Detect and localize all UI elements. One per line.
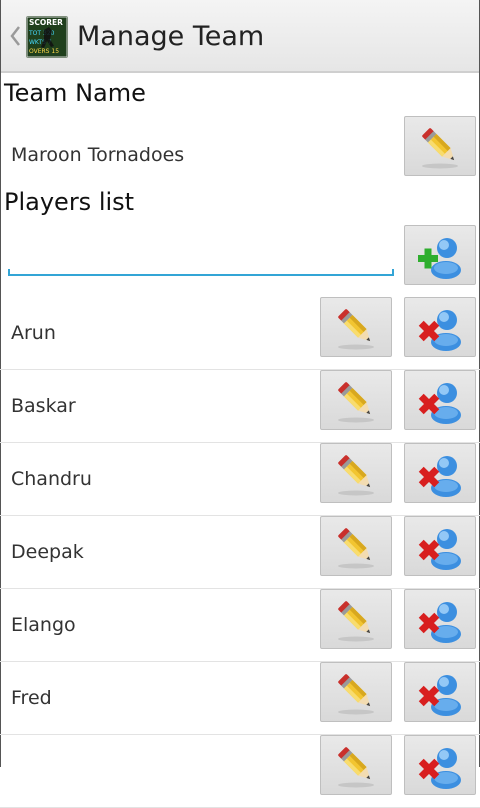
- pencil-icon: [337, 746, 375, 788]
- app-icon-line: SCORER: [29, 18, 63, 27]
- team-name-label: Team Name: [4, 79, 146, 107]
- remove-user-icon: [418, 383, 461, 424]
- delete-player-button[interactable]: [404, 662, 476, 722]
- team-name-value: Maroon Tornadoes: [11, 144, 185, 166]
- edit-player-button[interactable]: [320, 516, 392, 576]
- remove-user-icon: [418, 529, 461, 570]
- players-list-label: Players list: [4, 188, 135, 216]
- player-row[interactable]: Arun: [0, 297, 480, 370]
- edit-player-button[interactable]: [320, 370, 392, 430]
- delete-player-button[interactable]: [404, 443, 476, 503]
- input-underline: [8, 269, 394, 276]
- pencil-icon: [337, 527, 375, 569]
- pencil-icon: [421, 127, 459, 169]
- player-name: Baskar: [11, 395, 76, 417]
- player-row[interactable]: Baskar: [0, 370, 480, 443]
- new-player-input[interactable]: [8, 232, 394, 272]
- new-player-field[interactable]: [8, 232, 394, 278]
- remove-user-icon: [418, 675, 461, 716]
- app-logo-icon[interactable]: SCORER TOT 320 WKTS 7 OVERS 15: [26, 16, 68, 58]
- player-row[interactable]: Fred: [0, 662, 480, 735]
- add-player-button[interactable]: [404, 225, 476, 285]
- player-name: Arun: [11, 322, 56, 344]
- remove-user-icon: [418, 602, 461, 643]
- pencil-icon: [337, 308, 375, 350]
- remove-user-icon: [418, 748, 461, 789]
- player-row[interactable]: Elango: [0, 589, 480, 662]
- delete-player-button[interactable]: [404, 370, 476, 430]
- delete-player-button[interactable]: [404, 297, 476, 357]
- player-name: Chandru: [11, 468, 92, 490]
- edit-player-button[interactable]: [320, 443, 392, 503]
- edit-player-button[interactable]: [320, 297, 392, 357]
- player-row[interactable]: [0, 735, 480, 808]
- delete-player-button[interactable]: [404, 516, 476, 576]
- chevron-left-icon[interactable]: [8, 24, 22, 48]
- pencil-icon: [337, 600, 375, 642]
- delete-player-button[interactable]: [404, 589, 476, 649]
- edit-player-button[interactable]: [320, 589, 392, 649]
- remove-user-icon: [418, 456, 461, 497]
- pencil-icon: [337, 381, 375, 423]
- edit-player-button[interactable]: [320, 735, 392, 795]
- app-icon-line: OVERS 15: [29, 48, 59, 55]
- player-name: Fred: [11, 687, 52, 709]
- player-row[interactable]: Deepak: [0, 516, 480, 589]
- player-name: Deepak: [11, 541, 84, 563]
- edit-team-name-button[interactable]: [404, 116, 476, 176]
- player-name: Elango: [11, 614, 76, 636]
- screen-title: Manage Team: [77, 21, 265, 52]
- pencil-icon: [337, 673, 375, 715]
- player-row[interactable]: Chandru: [0, 443, 480, 516]
- pencil-icon: [337, 454, 375, 496]
- add-user-icon: [418, 238, 461, 279]
- action-bar: SCORER TOT 320 WKTS 7 OVERS 15 Manage Te…: [0, 0, 480, 73]
- remove-user-icon: [418, 310, 461, 351]
- edit-player-button[interactable]: [320, 662, 392, 722]
- delete-player-button[interactable]: [404, 735, 476, 795]
